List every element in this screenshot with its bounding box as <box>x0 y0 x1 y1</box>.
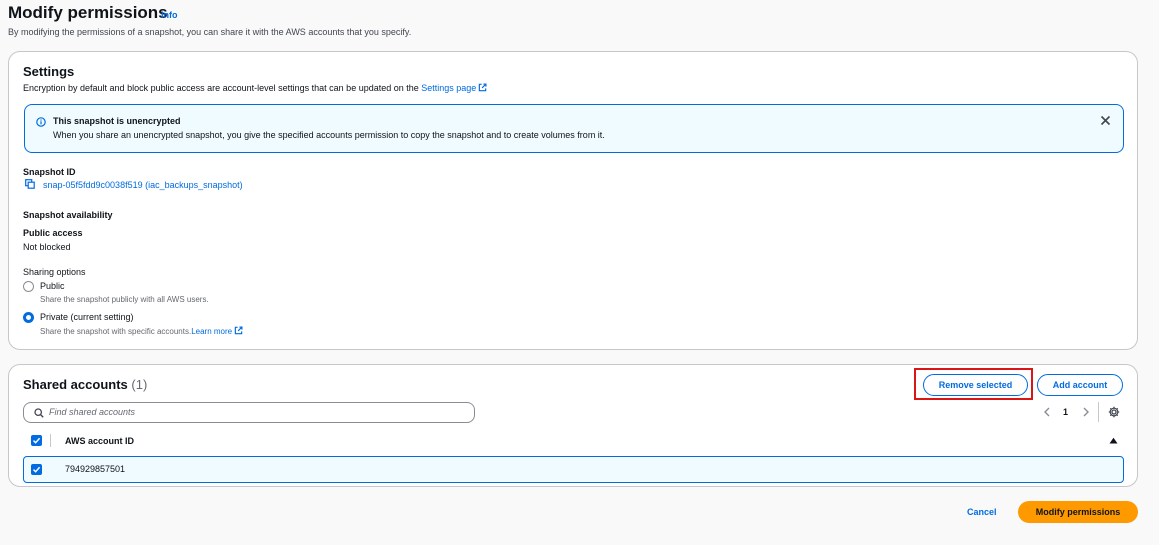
select-all-checkbox[interactable] <box>31 435 42 446</box>
table-row[interactable]: 794929857501 <box>23 456 1124 483</box>
settings-description-text: Encryption by default and block public a… <box>23 83 419 93</box>
search-input[interactable]: Find shared accounts <box>49 407 135 417</box>
modify-permissions-button[interactable]: Modify permissions <box>1018 501 1138 523</box>
public-access-label: Public access <box>23 228 83 238</box>
public-option-label[interactable]: Public <box>40 281 65 291</box>
checkmark-icon <box>32 466 41 473</box>
shared-accounts-panel: Shared accounts (1) Remove selected Add … <box>8 364 1138 487</box>
add-account-button[interactable]: Add account <box>1037 374 1123 396</box>
settings-page-link-label: Settings page <box>421 83 477 93</box>
column-header-account-id[interactable]: AWS account ID <box>65 436 134 446</box>
external-link-icon <box>234 326 243 335</box>
public-option-description: Share the snapshot publicly with all AWS… <box>40 295 209 304</box>
shared-accounts-count: (1) <box>131 377 148 392</box>
unencrypted-alert: This snapshot is unencrypted When you sh… <box>24 104 1124 153</box>
private-option-description: Share the snapshot with specific account… <box>40 326 243 336</box>
shared-accounts-title-text: Shared accounts <box>23 377 128 392</box>
page-title: Modify permissions <box>8 3 168 22</box>
snapshot-availability-label: Snapshot availability <box>23 210 113 220</box>
cancel-button[interactable]: Cancel <box>967 507 997 517</box>
snapshot-id-link[interactable]: snap-05f5fdd9c0038f519 (iac_backups_snap… <box>43 180 243 190</box>
learn-more-link[interactable]: Learn more <box>191 326 243 336</box>
column-divider <box>50 434 51 447</box>
page-number[interactable]: 1 <box>1063 407 1068 417</box>
external-link-icon <box>479 83 487 92</box>
pagination-divider <box>1098 402 1099 422</box>
copy-icon[interactable] <box>25 179 35 189</box>
info-link[interactable]: Info <box>161 10 178 20</box>
sharing-options-label: Sharing options <box>23 267 86 277</box>
public-access-value: Not blocked <box>23 242 71 252</box>
page-description: By modifying the permissions of a snapsh… <box>8 27 412 37</box>
settings-title: Settings <box>23 64 75 79</box>
snapshot-id-label: Snapshot ID <box>23 167 76 177</box>
learn-more-label: Learn more <box>191 327 233 336</box>
remove-selected-button[interactable]: Remove selected <box>923 374 1028 396</box>
private-option-description-text: Share the snapshot with specific account… <box>40 327 192 336</box>
account-id-cell: 794929857501 <box>65 464 126 474</box>
settings-page-link[interactable]: Settings page <box>421 83 487 93</box>
private-radio[interactable] <box>23 312 34 323</box>
settings-panel: Settings Encryption by default and block… <box>8 51 1138 350</box>
sort-ascending-icon[interactable] <box>1109 437 1118 444</box>
checkmark-icon <box>32 437 41 444</box>
settings-description: Encryption by default and block public a… <box>23 83 487 93</box>
shared-accounts-title: Shared accounts (1) <box>23 377 147 392</box>
search-icon <box>34 408 44 418</box>
public-radio[interactable] <box>23 281 34 292</box>
private-option-label[interactable]: Private (current setting) <box>40 312 134 322</box>
chevron-left-icon[interactable] <box>1043 407 1051 417</box>
row-checkbox[interactable] <box>31 464 42 475</box>
chevron-right-icon[interactable] <box>1082 407 1090 417</box>
alert-body: When you share an unencrypted snapshot, … <box>53 130 605 140</box>
search-shared-accounts[interactable]: Find shared accounts <box>23 402 475 423</box>
info-icon <box>36 117 46 127</box>
close-icon[interactable] <box>1100 115 1111 126</box>
alert-title: This snapshot is unencrypted <box>53 116 181 126</box>
gear-icon[interactable] <box>1108 406 1120 418</box>
